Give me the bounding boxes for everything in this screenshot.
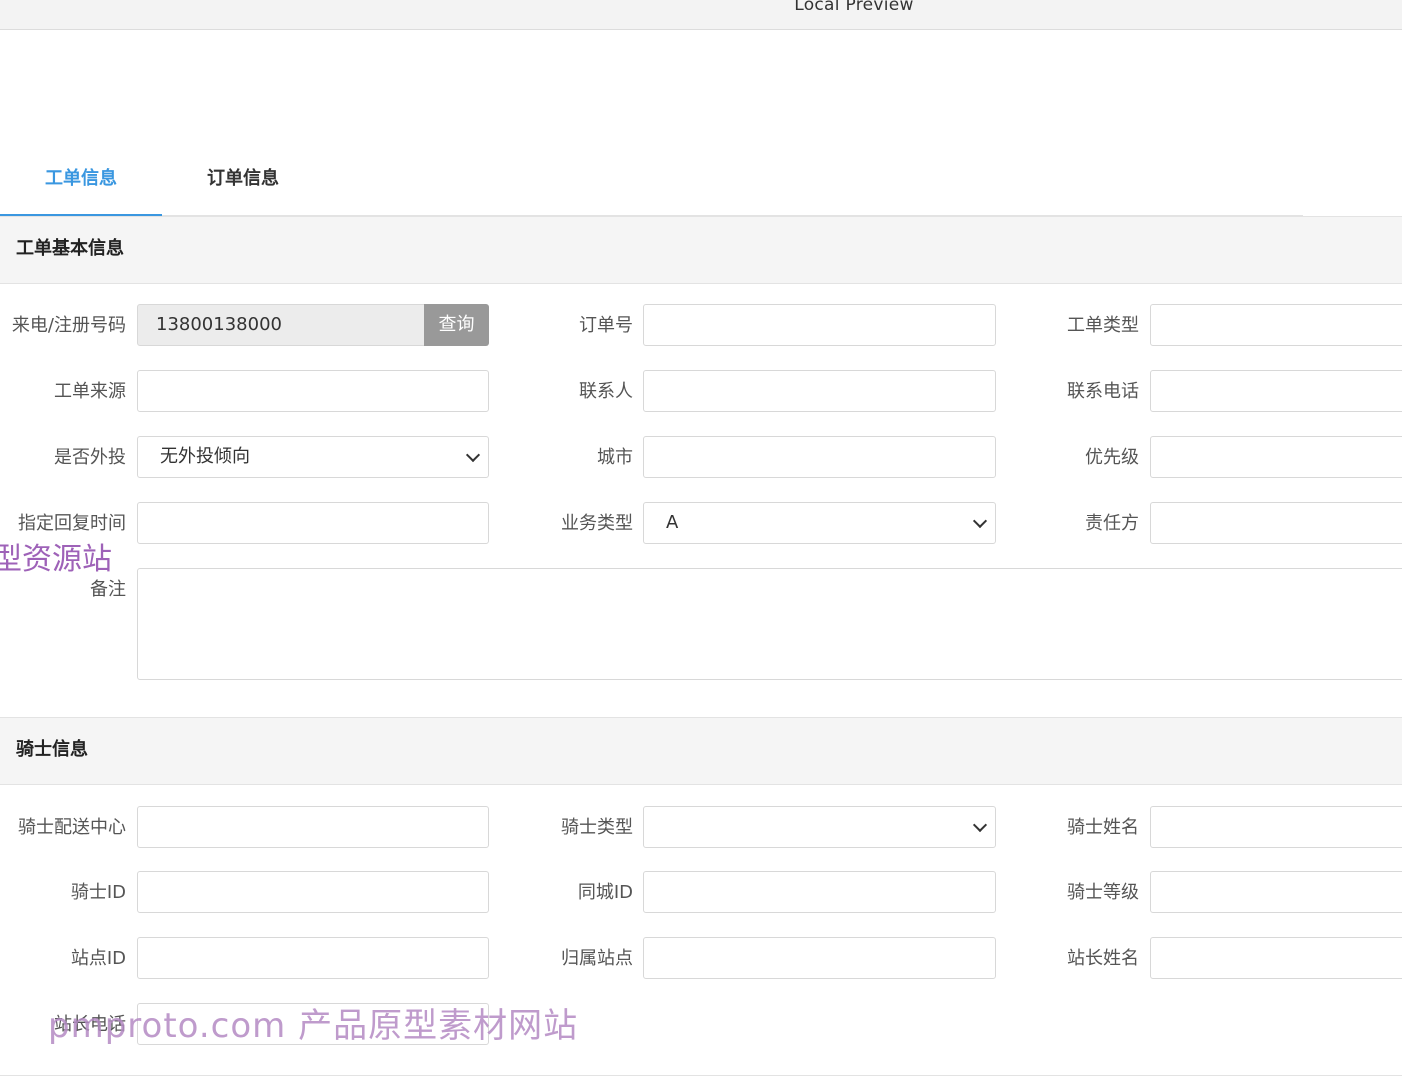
contact-phone-label: 联系电话 (1067, 381, 1139, 402)
priority-label: 优先级 (1085, 447, 1139, 468)
complaint-label: 是否外投 (54, 447, 126, 468)
priority-input[interactable] (1150, 436, 1402, 478)
contact-phone-input[interactable] (1150, 370, 1402, 412)
tab-ticket-info-label: 工单信息 (45, 168, 117, 189)
section-header-rider: 骑士信息 (0, 717, 1402, 785)
rider-type-select[interactable] (643, 806, 996, 848)
ticket-source-label: 工单来源 (54, 381, 126, 402)
station-id-label: 站点ID (70, 948, 126, 969)
rider-center-input[interactable] (137, 806, 489, 848)
chevron-down-icon (465, 447, 481, 463)
rider-center-label: 骑士配送中心 (18, 817, 126, 838)
rider-level-input[interactable] (1150, 871, 1402, 913)
tab-ticket-info[interactable]: 工单信息 (0, 155, 162, 217)
tab-order-info-label: 订单信息 (207, 168, 279, 189)
watermark-bottom: pmproto.com 产品原型素材网站 (48, 1006, 579, 1046)
chevron-down-icon (972, 817, 988, 833)
rider-name-input[interactable] (1150, 806, 1402, 848)
station-id-input[interactable] (137, 937, 489, 979)
city-id-label: 同城ID (577, 882, 633, 903)
station-label: 归属站点 (561, 948, 633, 969)
station-master-label: 站长姓名 (1067, 948, 1139, 969)
order-no-label: 订单号 (579, 315, 633, 336)
city-label: 城市 (597, 447, 633, 468)
phone-value: 13800138000 (156, 314, 282, 335)
business-type-select[interactable]: A (643, 502, 996, 544)
responsible-input[interactable] (1150, 502, 1402, 544)
ticket-source-input[interactable] (137, 370, 489, 412)
section-header-basic: 工单基本信息 (0, 216, 1402, 284)
rider-id-label: 骑士ID (70, 882, 126, 903)
rider-id-input[interactable] (137, 871, 489, 913)
rider-level-label: 骑士等级 (1067, 882, 1139, 903)
contact-input[interactable] (643, 370, 996, 412)
rider-name-label: 骑士姓名 (1067, 817, 1139, 838)
query-button[interactable]: 查询 (424, 304, 489, 346)
station-master-input[interactable] (1150, 937, 1402, 979)
reply-time-input[interactable] (137, 502, 489, 544)
ticket-type-input[interactable] (1150, 304, 1402, 346)
business-type-label: 业务类型 (561, 513, 633, 534)
tab-bar: 工单信息 订单信息 (0, 155, 1402, 217)
phone-input[interactable]: 13800138000 (137, 304, 427, 346)
section-title-basic: 工单基本信息 (16, 238, 124, 259)
responsible-label: 责任方 (1085, 513, 1139, 534)
city-input[interactable] (643, 436, 996, 478)
contact-label: 联系人 (579, 381, 633, 402)
ticket-type-label: 工单类型 (1067, 315, 1139, 336)
complaint-select[interactable]: 无外投倾向 (137, 436, 489, 478)
complaint-selected-value: 无外投倾向 (160, 446, 250, 467)
business-type-selected-value: A (666, 512, 679, 533)
rider-type-label: 骑士类型 (561, 817, 633, 838)
tab-order-info[interactable]: 订单信息 (162, 155, 324, 215)
city-id-input[interactable] (643, 871, 996, 913)
station-input[interactable] (643, 937, 996, 979)
phone-label: 来电/注册号码 (11, 315, 126, 336)
chevron-down-icon (972, 513, 988, 529)
section-title-rider: 骑士信息 (16, 739, 88, 760)
order-no-input[interactable] (643, 304, 996, 346)
window-titlebar: Local Preview (0, 0, 1402, 30)
window-title: Local Preview (794, 0, 914, 15)
bottom-divider (0, 1075, 1402, 1076)
remark-label: 备注 (90, 579, 126, 600)
remark-textarea[interactable] (137, 568, 1402, 680)
